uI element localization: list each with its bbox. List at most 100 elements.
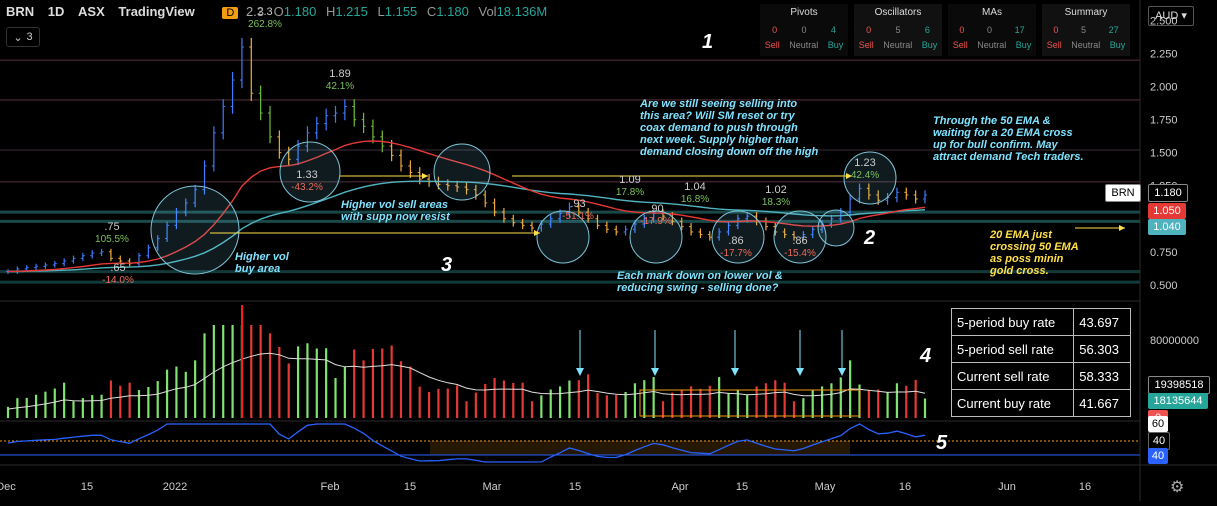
tech-rating-oscillators: Oscillators 0 5 6 Sell Neutral Buy: [854, 4, 942, 56]
x-tick-label: Jun: [998, 481, 1016, 493]
swing-pct-label: -17.9%: [640, 216, 672, 227]
indicators-collapse-button[interactable]: ⌄ 3: [6, 27, 40, 47]
annotation-buy-area: Higher vol buy area: [235, 251, 289, 275]
annotation-gold-cross: 20 EMA just crossing 50 EMA as poss minin g…: [990, 229, 1079, 277]
swing-price-label: .90: [648, 203, 663, 215]
tech-rating-labels: Sell Neutral Buy: [948, 40, 1036, 50]
swing-pct-label: -14.0%: [102, 275, 134, 286]
volume-ma-line: [7, 352, 926, 410]
currency-label: AUD: [1155, 10, 1179, 22]
swing-pct-label: 42.1%: [326, 81, 354, 92]
stats-row: 5-period buy rate 43.697: [950, 308, 1131, 336]
swing-price-label: .86: [792, 235, 807, 247]
stats-label: 5-period sell rate: [950, 335, 1075, 363]
tech-rating-title: MAs: [982, 7, 1002, 18]
down-arrow-head: [651, 368, 659, 376]
swing-pct-label: -15.4%: [784, 248, 816, 259]
tech-rating-counts: 0 5 6: [854, 25, 942, 35]
tech-label: Buy: [921, 40, 938, 50]
tech-rating-title: Pivots: [790, 7, 818, 18]
x-tick-label: 15: [569, 481, 581, 493]
x-tick-label: Dec: [0, 481, 16, 493]
stats-row: Current sell rate 58.333: [950, 362, 1131, 390]
y-tick-label: 2.250: [1150, 49, 1178, 61]
chevron-down-icon: ▾: [1181, 10, 1187, 22]
symbol-name[interactable]: BRN: [6, 4, 34, 19]
x-tick-label: 16: [1079, 481, 1091, 493]
stats-value: 43.697: [1073, 308, 1131, 336]
stats-label: 5-period buy rate: [950, 308, 1075, 336]
annotation-number-2: 2: [864, 227, 876, 249]
technical-ratings-panel: Pivots 0 0 4 Sell Neutral Buy Oscillators 0 5 6 Sel…: [760, 4, 1136, 56]
tech-rating-pivots: Pivots 0 0 4 Sell Neutral Buy: [760, 4, 848, 56]
swing-price-label: 1.23: [854, 157, 875, 169]
annotation-number-4: 4: [920, 345, 932, 367]
tech-label: Sell: [952, 40, 968, 50]
interval-label[interactable]: 1D: [48, 4, 65, 19]
annotation-ema-through: Through the 50 EMA & waiting for a 20 EMA…: [933, 115, 1084, 163]
tech-rating-counts: 0 0 4: [760, 25, 848, 35]
symbol-legend: BRN 1D ASX TradingView D 2.3 O1.180 H1.2…: [6, 4, 547, 19]
tech-rating-labels: Sell Neutral Buy: [1042, 40, 1130, 50]
tech-count: 6: [924, 25, 930, 35]
tech-rating-labels: Sell Neutral Buy: [760, 40, 848, 50]
tech-count: 17: [1014, 25, 1025, 35]
tech-rating-labels: Sell Neutral Buy: [854, 40, 942, 50]
stats-row: Current buy rate 41.667: [950, 389, 1131, 417]
symbol-price-tag: BRN: [1105, 184, 1141, 202]
tech-label: Neutral: [977, 40, 1007, 50]
tech-rating-counts: 0 0 17: [948, 25, 1036, 35]
swing-pct-label: -17.7%: [720, 248, 752, 259]
tech-count: 0: [986, 25, 992, 35]
swing-price-label: 1.89: [329, 68, 350, 80]
stats-value: 41.667: [1073, 389, 1131, 417]
settings-gear-icon[interactable]: ⚙: [1170, 477, 1184, 497]
yellow-arrow-head: [1119, 225, 1125, 231]
down-arrow-head: [838, 368, 846, 376]
swing-price-label: 1.04: [684, 181, 705, 193]
volume-axis-label: 80000000: [1150, 335, 1199, 347]
tech-label: Sell: [764, 40, 780, 50]
x-tick-label: Feb: [321, 481, 340, 493]
x-tick-label: Apr: [671, 481, 688, 493]
swing-price-label: .86: [728, 235, 743, 247]
swing-price-label: 1.33: [296, 169, 317, 181]
delay-badge: D: [222, 7, 239, 19]
osc-tag-60: 60: [1148, 416, 1168, 432]
annotation-question: Are we still seeing selling into this are…: [640, 98, 819, 158]
source-label: TradingView: [118, 4, 195, 19]
stats-row: 5-period sell rate 56.303: [950, 335, 1131, 363]
tech-count: 0: [866, 25, 872, 35]
tech-label: Buy: [1109, 40, 1126, 50]
swing-pct-label: 16.8%: [681, 194, 709, 205]
swing-price-label: 1.02: [765, 184, 786, 196]
tech-label: Neutral: [883, 40, 913, 50]
stats-label: Current sell rate: [950, 362, 1075, 390]
swing-pct-label: 262.8%: [248, 19, 282, 30]
highlight-circle: [817, 209, 855, 247]
highlight-circle: [433, 143, 491, 201]
chevron-down-icon: ⌄: [13, 31, 23, 44]
y-tick-label: 1.500: [1150, 148, 1178, 160]
x-tick-label: 2022: [163, 481, 187, 493]
swing-price-label: .75: [104, 221, 119, 233]
tech-label: Sell: [858, 40, 874, 50]
osc-tag-40b: 40: [1148, 448, 1168, 464]
indicator-count: 3: [26, 31, 33, 43]
annotation-mark-down: Each mark down on lower vol & reducing sw…: [617, 270, 783, 294]
currency-selector[interactable]: AUD ▾: [1148, 6, 1194, 26]
stats-value: 56.303: [1073, 335, 1131, 363]
down-arrow-head: [796, 368, 804, 376]
stats-value: 58.333: [1073, 362, 1131, 390]
annotation-number-1: 1: [702, 31, 714, 53]
ohlc-values: O1.180 H1.215 L1.155 C1.180 Vol18.136M: [273, 4, 548, 19]
stats-label: Current buy rate: [950, 389, 1075, 417]
swing-pct-label: 18.3%: [762, 197, 790, 208]
tech-rating-mas: MAs 0 0 17 Sell Neutral Buy: [948, 4, 1036, 56]
tech-count: 0: [772, 25, 778, 35]
swing-pct-label: -43.2%: [291, 182, 323, 193]
tech-count: 27: [1108, 25, 1119, 35]
highlight-circle: [150, 185, 240, 275]
tech-rating-counts: 0 5 27: [1042, 25, 1130, 35]
swing-price-label: 1.09: [619, 174, 640, 186]
